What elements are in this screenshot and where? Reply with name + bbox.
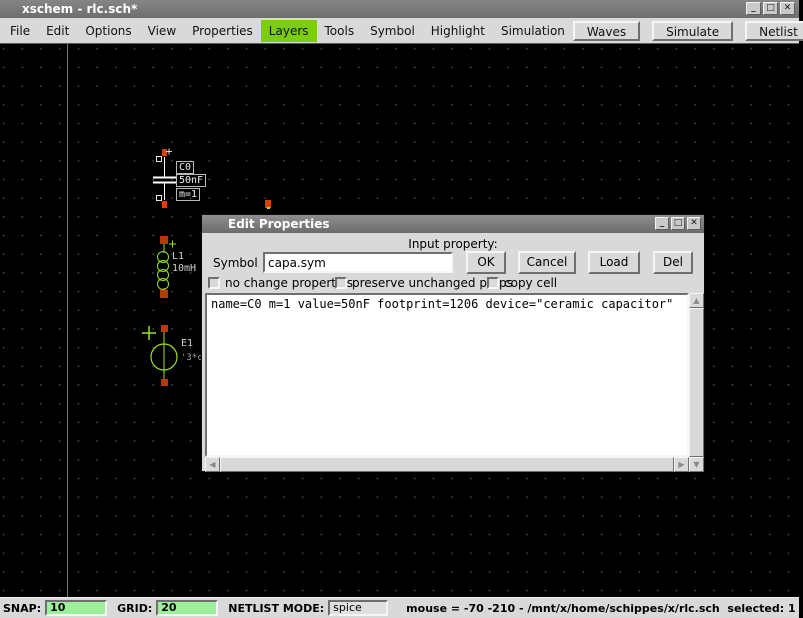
- capacitor-ref-label[interactable]: C0: [176, 161, 194, 174]
- maximize-icon[interactable]: □: [763, 2, 778, 15]
- no-change-properties-checkbox-group: no change properties: [208, 276, 353, 290]
- horizontal-scroll-thumb[interactable]: [220, 457, 674, 472]
- close-icon[interactable]: ✕: [780, 2, 795, 15]
- no-change-properties-label: no change properties: [225, 276, 353, 290]
- input-property-label: Input property:: [202, 237, 704, 251]
- netlist-mode-label: NETLIST MODE:: [228, 602, 324, 615]
- dialog-controls: _ □ ✕: [655, 217, 701, 230]
- waves-button[interactable]: Waves: [573, 21, 640, 41]
- window-controls: _ □ ✕: [746, 2, 795, 15]
- dialog-close-icon[interactable]: ✕: [687, 217, 701, 230]
- copy-cell-label: copy cell: [504, 276, 557, 290]
- preserve-unchanged-props-checkbox[interactable]: [335, 277, 347, 289]
- menu-item-view[interactable]: View: [140, 20, 184, 42]
- copy-cell-checkbox[interactable]: [487, 277, 499, 289]
- dialog-titlebar[interactable]: Edit Properties _ □ ✕: [202, 215, 704, 233]
- symbol-label: Symbol: [213, 256, 258, 270]
- minimize-icon[interactable]: _: [746, 2, 761, 15]
- del-button[interactable]: Del: [653, 251, 693, 274]
- inductor-value-label[interactable]: 10mH: [172, 263, 196, 274]
- grid-input[interactable]: 20: [156, 600, 218, 616]
- horizontal-scrollbar[interactable]: ◀ ▶: [205, 457, 689, 472]
- capacitor-symbol[interactable]: [153, 149, 176, 209]
- scroll-down-icon[interactable]: ▼: [689, 457, 704, 472]
- dialog-title: Edit Properties: [228, 217, 330, 231]
- vertical-scroll-thumb[interactable]: [689, 308, 704, 457]
- menu-item-options[interactable]: Options: [77, 20, 139, 42]
- titlebar: xschem - rlc.sch* _ □ ✕: [0, 0, 799, 18]
- menu-item-properties[interactable]: Properties: [184, 20, 261, 42]
- snap-input[interactable]: 10: [45, 600, 107, 616]
- ok-button[interactable]: OK: [466, 251, 506, 274]
- menu-item-file[interactable]: File: [2, 20, 38, 42]
- menu-item-highlight[interactable]: Highlight: [423, 20, 493, 42]
- grid-label: GRID:: [117, 602, 152, 615]
- menu-item-tools[interactable]: Tools: [317, 20, 363, 42]
- property-textarea[interactable]: name=C0 m=1 value=50nF footprint=1206 de…: [205, 293, 689, 457]
- scroll-right-icon[interactable]: ▶: [674, 457, 689, 472]
- menu-item-simulation[interactable]: Simulation: [493, 20, 573, 42]
- capacitor-value-label[interactable]: 50nF: [176, 174, 206, 187]
- menu-item-edit[interactable]: Edit: [38, 20, 77, 42]
- status-info: mouse = -70 -210 - /mnt/x/home/schippes/…: [406, 602, 795, 615]
- capacitor-mult-label[interactable]: m=1: [176, 188, 200, 201]
- vertical-scrollbar[interactable]: ▲: [689, 293, 704, 457]
- dialog-minimize-icon[interactable]: _: [655, 217, 669, 230]
- simulate-button[interactable]: Simulate: [652, 21, 733, 41]
- scroll-up-icon[interactable]: ▲: [689, 293, 704, 308]
- dialog-maximize-icon[interactable]: □: [671, 217, 685, 230]
- edit-properties-dialog: Edit Properties _ □ ✕ Input property: Sy…: [201, 214, 705, 472]
- statusbar: SNAP: 10 GRID: 20 NETLIST MODE: spice mo…: [0, 597, 799, 618]
- symbol-input[interactable]: capa.sym: [263, 252, 453, 273]
- netlist-mode-input[interactable]: spice: [328, 600, 388, 616]
- window-title: xschem - rlc.sch*: [22, 2, 137, 16]
- copy-cell-checkbox-group: copy cell: [487, 276, 557, 290]
- xschem-window: xschem - rlc.sch* _ □ ✕ File Edit Option…: [0, 0, 803, 618]
- source-value-label[interactable]: '3*c: [181, 353, 203, 364]
- hidden-component-pin[interactable]: [265, 200, 271, 209]
- menu-item-symbol[interactable]: Symbol: [362, 20, 423, 42]
- menubar: File Edit Options View Properties Layers…: [0, 18, 799, 44]
- menu-item-layers[interactable]: Layers: [261, 20, 317, 42]
- voltage-source-symbol[interactable]: [142, 325, 177, 386]
- snap-label: SNAP:: [3, 602, 41, 615]
- load-button[interactable]: Load: [588, 251, 640, 274]
- scroll-left-icon[interactable]: ◀: [205, 457, 220, 472]
- no-change-properties-checkbox[interactable]: [208, 277, 220, 289]
- source-ref-label[interactable]: E1: [181, 338, 193, 349]
- inductor-ref-label[interactable]: L1: [172, 251, 184, 262]
- netlist-button[interactable]: Netlist: [745, 21, 803, 41]
- cancel-button[interactable]: Cancel: [518, 251, 576, 274]
